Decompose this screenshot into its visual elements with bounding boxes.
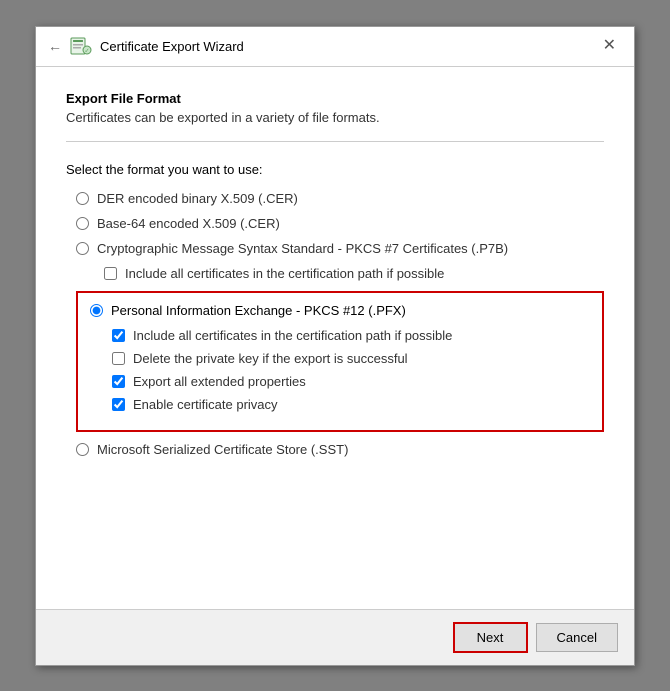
label-pfx-extended-props: Export all extended properties xyxy=(133,374,306,389)
next-button[interactable]: Next xyxy=(453,622,528,653)
checkbox-pfx-include-certs[interactable] xyxy=(112,329,125,342)
option-pkcs7-include: Include all certificates in the certific… xyxy=(66,266,604,281)
pfx-sub1: Include all certificates in the certific… xyxy=(90,328,590,343)
svg-text:✓: ✓ xyxy=(85,49,90,55)
title-bar: ← ✓ Certificate Export Wizard ✕ xyxy=(36,27,634,67)
pfx-box: Personal Information Exchange - PKCS #12… xyxy=(76,291,604,432)
section-desc: Certificates can be exported in a variet… xyxy=(66,110,604,125)
section-title: Export File Format xyxy=(66,91,604,106)
label-der: DER encoded binary X.509 (.CER) xyxy=(97,191,298,206)
certificate-export-dialog: ← ✓ Certificate Export Wizard ✕ Export F… xyxy=(35,26,635,666)
label-pfx-include-certs: Include all certificates in the certific… xyxy=(133,328,452,343)
back-button[interactable]: ← xyxy=(48,38,62,54)
label-sst: Microsoft Serialized Certificate Store (… xyxy=(97,442,348,457)
pfx-sub3: Export all extended properties xyxy=(90,374,590,389)
divider xyxy=(66,141,604,142)
option-sst: Microsoft Serialized Certificate Store (… xyxy=(66,442,604,457)
cancel-button[interactable]: Cancel xyxy=(536,623,618,652)
label-pfx-delete-key: Delete the private key if the export is … xyxy=(133,351,408,366)
radio-der[interactable] xyxy=(76,192,89,205)
footer: Next Cancel xyxy=(36,609,634,665)
checkbox-pfx-delete-key[interactable] xyxy=(112,352,125,365)
label-pkcs7-include: Include all certificates in the certific… xyxy=(125,266,444,281)
checkbox-pfx-privacy[interactable] xyxy=(112,398,125,411)
checkbox-pfx-extended-props[interactable] xyxy=(112,375,125,388)
pfx-sub4: Enable certificate privacy xyxy=(90,397,590,412)
option-der: DER encoded binary X.509 (.CER) xyxy=(66,191,604,206)
radio-base64[interactable] xyxy=(76,217,89,230)
radio-pfx[interactable] xyxy=(90,304,103,317)
radio-pkcs7[interactable] xyxy=(76,242,89,255)
radio-sst[interactable] xyxy=(76,443,89,456)
option-base64: Base-64 encoded X.509 (.CER) xyxy=(66,216,604,231)
checkbox-pkcs7-include[interactable] xyxy=(104,267,117,280)
label-base64: Base-64 encoded X.509 (.CER) xyxy=(97,216,280,231)
format-prompt: Select the format you want to use: xyxy=(66,162,604,177)
dialog-title: Certificate Export Wizard xyxy=(100,39,244,54)
label-pfx: Personal Information Exchange - PKCS #12… xyxy=(111,303,406,318)
wizard-icon: ✓ xyxy=(70,35,92,57)
label-pfx-privacy: Enable certificate privacy xyxy=(133,397,278,412)
pfx-main-option: Personal Information Exchange - PKCS #12… xyxy=(90,303,590,318)
label-pkcs7: Cryptographic Message Syntax Standard - … xyxy=(97,241,508,256)
option-pkcs7: Cryptographic Message Syntax Standard - … xyxy=(66,241,604,256)
content-area: Export File Format Certificates can be e… xyxy=(36,67,634,609)
close-button[interactable]: ✕ xyxy=(597,36,622,56)
pfx-sub2: Delete the private key if the export is … xyxy=(90,351,590,366)
